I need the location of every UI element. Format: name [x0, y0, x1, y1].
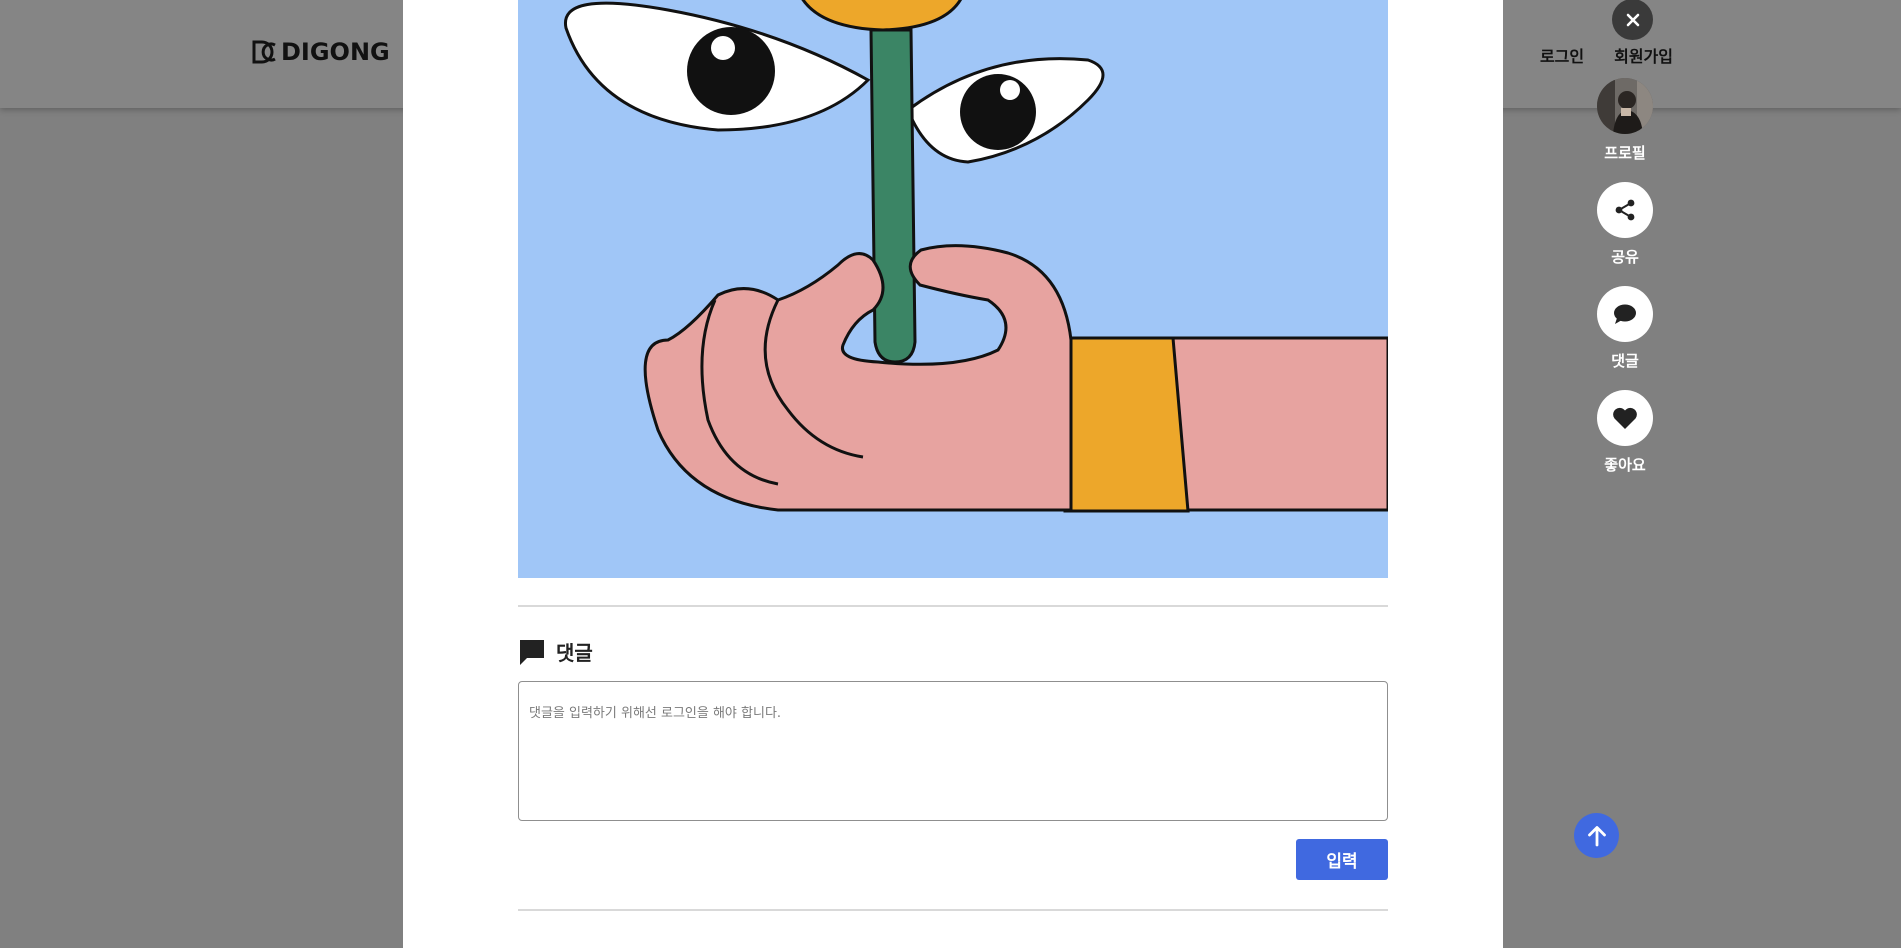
heart-icon — [1613, 407, 1637, 429]
author-avatar[interactable] — [1597, 78, 1653, 134]
login-link[interactable]: 로그인 — [1540, 43, 1584, 67]
post-detail-modal: 댓글 입력 — [403, 0, 1503, 948]
like-label: 좋아요 — [1604, 456, 1646, 474]
site-logo[interactable]: DIGONG — [251, 36, 390, 68]
comment-input[interactable] — [518, 681, 1388, 821]
section-divider-top — [518, 605, 1388, 607]
share-label: 공유 — [1611, 248, 1639, 266]
side-action-bar: 프로필 공유 댓글 좋아요 — [1597, 78, 1653, 475]
logo-text: DIGONG — [281, 38, 390, 66]
comment-action[interactable]: 댓글 — [1597, 286, 1653, 371]
like-action[interactable]: 좋아요 — [1597, 390, 1653, 475]
chat-bubble-icon — [520, 639, 544, 665]
like-button[interactable] — [1597, 390, 1653, 446]
signup-link[interactable]: 회원가입 — [1614, 43, 1673, 67]
close-modal-button[interactable] — [1612, 0, 1653, 40]
comment-section-title: 댓글 — [556, 641, 593, 665]
header-links: 로그인 회원가입 — [1540, 43, 1673, 67]
comment-submit-button[interactable]: 입력 — [1296, 839, 1388, 880]
share-button[interactable] — [1597, 182, 1653, 238]
arrow-up-icon — [1587, 825, 1606, 846]
comment-label: 댓글 — [1611, 352, 1639, 370]
section-divider-bottom — [518, 909, 1388, 911]
logo-mark-icon — [252, 40, 276, 64]
speech-bubble-icon — [1614, 304, 1636, 324]
profile-label: 프로필 — [1604, 144, 1646, 162]
post-artwork-image — [518, 0, 1388, 578]
profile-action[interactable]: 프로필 — [1597, 78, 1653, 163]
comment-button[interactable] — [1597, 286, 1653, 342]
avatar-image — [1597, 78, 1653, 134]
hand-holding-flower-illustration — [518, 0, 1388, 578]
share-action[interactable]: 공유 — [1597, 182, 1653, 267]
scroll-top-button[interactable] — [1574, 813, 1619, 858]
share-icon — [1615, 199, 1635, 221]
comment-section-header: 댓글 — [518, 637, 593, 666]
close-icon — [1626, 13, 1639, 26]
